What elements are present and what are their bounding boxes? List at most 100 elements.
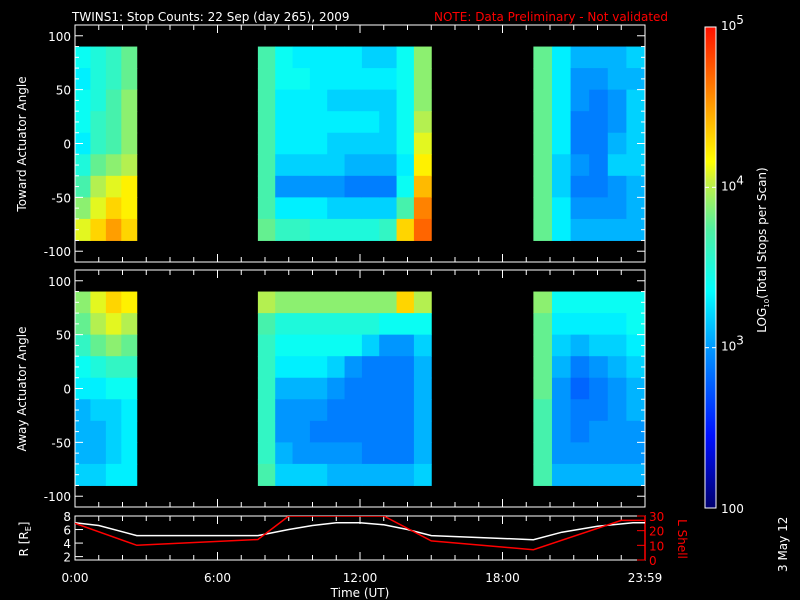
heatmap-cell (309, 132, 328, 155)
heatmap-cell (607, 377, 627, 400)
heatmap-cell (327, 154, 346, 177)
heatmap-cell (257, 218, 276, 241)
heatmap-cell (90, 291, 107, 314)
heatmap-cell (309, 399, 328, 422)
orbit-ylabel: R [RE] (17, 522, 33, 557)
heatmap-cell (361, 356, 380, 379)
heatmap-cell (570, 197, 590, 220)
heatmap-cell (533, 420, 553, 443)
y2-tick-label: 30 (649, 510, 664, 524)
heatmap-cell (361, 399, 380, 422)
heatmap-cell (309, 356, 328, 379)
heatmap-cell (607, 442, 627, 465)
heatmap-cell (361, 442, 380, 465)
heatmap-cell (396, 111, 415, 134)
heatmap-cell (607, 154, 627, 177)
colorbar-tick-label: 103 (721, 334, 744, 354)
heatmap-cell (570, 356, 590, 379)
heatmap-cell (121, 399, 138, 422)
heatmap-cell (327, 111, 346, 134)
heatmap-cell (257, 313, 276, 336)
y-tick-label: 100 (48, 275, 71, 289)
heatmap-cell (589, 334, 609, 357)
heatmap-cell (275, 377, 294, 400)
toward-angle-spectrogram: 100 50 0 -50 -100 (44, 24, 646, 263)
heatmap-cell (551, 132, 572, 155)
heatmap-cell (396, 197, 415, 220)
heatmap-cell (327, 420, 346, 443)
heatmap-cell (309, 175, 328, 198)
heatmap-cell (292, 313, 311, 336)
colorbar-gradient (704, 26, 717, 509)
heatmap-cell (105, 68, 122, 91)
heatmap-cell (413, 197, 432, 220)
heatmap-cell (275, 89, 294, 112)
heatmap-cell (257, 399, 276, 422)
heatmap-cell (121, 377, 138, 400)
y2-tick-label: 0 (649, 554, 657, 568)
heatmap-cell (344, 111, 363, 134)
heatmap-cell (396, 377, 415, 400)
heatmap-cell (551, 399, 572, 422)
heatmap-cell (551, 46, 572, 69)
heatmap-cell (292, 399, 311, 422)
heatmap-cell (589, 442, 609, 465)
heatmap-cell (570, 463, 590, 486)
heatmap-cell (292, 218, 311, 241)
heatmap-cell (551, 313, 572, 336)
heatmap-cell (361, 463, 380, 486)
heatmap-cell (607, 197, 627, 220)
orbit-ylabel-end: ] (17, 522, 31, 527)
heatmap-cell (105, 399, 122, 422)
heatmap-cell (533, 313, 553, 336)
heatmap-cell (379, 154, 398, 177)
heatmap-cell (309, 420, 328, 443)
heatmap-cell (105, 175, 122, 198)
orbit-y2label: L Shell (675, 519, 689, 559)
heatmap-cell (413, 111, 432, 134)
x-tick-label: 23:59 (628, 571, 663, 585)
heatmap-cell (361, 89, 380, 112)
heatmap-cell (570, 111, 590, 134)
heatmap-cell (551, 111, 572, 134)
heatmap-cell (396, 420, 415, 443)
orbit-line-panel: 0:00 6:00 12:00 18:00 23:59 2468 0102030 (62, 510, 665, 585)
heatmap-cell (292, 420, 311, 443)
heatmap-cell (275, 420, 294, 443)
heatmap-cell (105, 218, 122, 241)
heatmap-cell (379, 111, 398, 134)
heatmap-cell (570, 68, 590, 91)
heatmap-cell (533, 175, 553, 198)
heatmap-cell (379, 399, 398, 422)
away-ylabel: Away Actuator Angle (15, 326, 29, 451)
heatmap-cell (275, 68, 294, 91)
heatmap-cell (105, 313, 122, 336)
heatmap-cell (361, 111, 380, 134)
heatmap-cell (413, 132, 432, 155)
heatmap-cell (396, 399, 415, 422)
heatmap-cell (344, 291, 363, 314)
heatmap-cell (533, 89, 553, 112)
y-tick-label: 2 (63, 551, 71, 565)
heatmap-cell (379, 463, 398, 486)
heatmap-cell (413, 218, 432, 241)
heatmap-cell (413, 356, 432, 379)
figure-title: TWINS1: Stop Counts: 22 Sep (day 265), 2… (71, 10, 350, 24)
heatmap-cell (344, 218, 363, 241)
heatmap-cell (121, 111, 138, 134)
heatmap-cell (570, 377, 590, 400)
heatmap-cell (361, 313, 380, 336)
heatmap-cell (309, 68, 328, 91)
heatmap-cell (570, 46, 590, 69)
heatmap-cell (533, 154, 553, 177)
heatmap-cell (589, 68, 609, 91)
heatmap-cell (275, 132, 294, 155)
heatmap-cell (327, 46, 346, 69)
heatmap-cell (344, 313, 363, 336)
radius-line (75, 522, 645, 541)
y-tick-label: 6 (63, 524, 71, 538)
heatmap-cell (379, 175, 398, 198)
heatmap-cell (533, 218, 553, 241)
heatmap-cell (413, 377, 432, 400)
heatmap-cell (396, 46, 415, 69)
